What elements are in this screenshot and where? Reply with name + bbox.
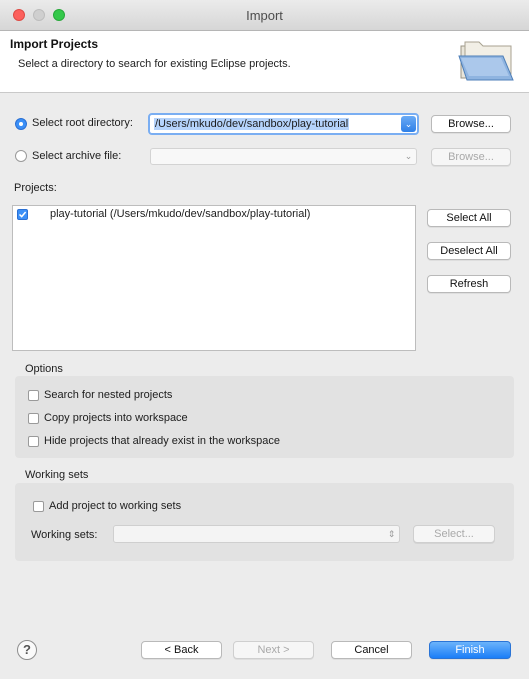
- list-item[interactable]: play-tutorial (/Users/mkudo/dev/sandbox/…: [13, 206, 415, 223]
- deselect-all-button[interactable]: Deselect All: [427, 242, 511, 260]
- projects-label: Projects:: [14, 182, 57, 194]
- copy-projects-checkbox[interactable]: [28, 413, 39, 424]
- working-sets-combo-label: Working sets:: [31, 529, 98, 541]
- options-label: Options: [25, 363, 63, 375]
- projects-list[interactable]: play-tutorial (/Users/mkudo/dev/sandbox/…: [12, 205, 416, 351]
- archive-file-label: Select archive file:: [32, 150, 122, 162]
- window-title: Import: [246, 8, 283, 23]
- folder-icon: [455, 36, 517, 84]
- add-to-working-sets-checkbox[interactable]: [33, 501, 44, 512]
- root-directory-value[interactable]: /Users/mkudo/dev/sandbox/play-tutorial: [154, 118, 350, 130]
- project-checkbox[interactable]: [17, 209, 28, 220]
- next-button[interactable]: Next >: [233, 641, 314, 659]
- working-sets-label: Working sets: [25, 469, 89, 481]
- add-to-working-sets-label: Add project to working sets: [49, 500, 182, 512]
- root-browse-button[interactable]: Browse...: [431, 115, 511, 133]
- page-description: Select a directory to search for existin…: [18, 58, 291, 70]
- working-sets-select-button[interactable]: Select...: [413, 525, 495, 543]
- working-sets-group: [15, 483, 514, 561]
- hide-existing-label: Hide projects that already exist in the …: [44, 435, 281, 447]
- copy-projects-label: Copy projects into workspace: [44, 412, 188, 424]
- back-button[interactable]: < Back: [141, 641, 222, 659]
- page-title: Import Projects: [10, 37, 99, 51]
- archive-file-radio[interactable]: [15, 150, 27, 162]
- cancel-button[interactable]: Cancel: [331, 641, 412, 659]
- checkmark-icon: [18, 211, 27, 218]
- root-directory-combo[interactable]: /Users/mkudo/dev/sandbox/play-tutorial ⌄: [148, 113, 419, 135]
- nested-projects-checkbox[interactable]: [28, 390, 39, 401]
- chevron-down-icon[interactable]: ⌄: [401, 116, 416, 132]
- working-sets-combo[interactable]: ⇕: [113, 525, 400, 543]
- chevron-updown-icon: ⇕: [387, 529, 396, 539]
- archive-browse-button[interactable]: Browse...: [431, 148, 511, 166]
- root-directory-label: Select root directory:: [32, 117, 133, 129]
- refresh-button[interactable]: Refresh: [427, 275, 511, 293]
- finish-button[interactable]: Finish: [429, 641, 511, 659]
- chevron-down-icon: ⌄: [404, 151, 413, 161]
- select-all-button[interactable]: Select All: [427, 209, 511, 227]
- project-label: play-tutorial (/Users/mkudo/dev/sandbox/…: [50, 208, 311, 220]
- nested-projects-label: Search for nested projects: [44, 389, 173, 401]
- hide-existing-checkbox[interactable]: [28, 436, 39, 447]
- help-icon[interactable]: ?: [17, 640, 37, 660]
- root-directory-radio[interactable]: [15, 118, 27, 130]
- archive-file-combo[interactable]: ⌄: [150, 148, 417, 165]
